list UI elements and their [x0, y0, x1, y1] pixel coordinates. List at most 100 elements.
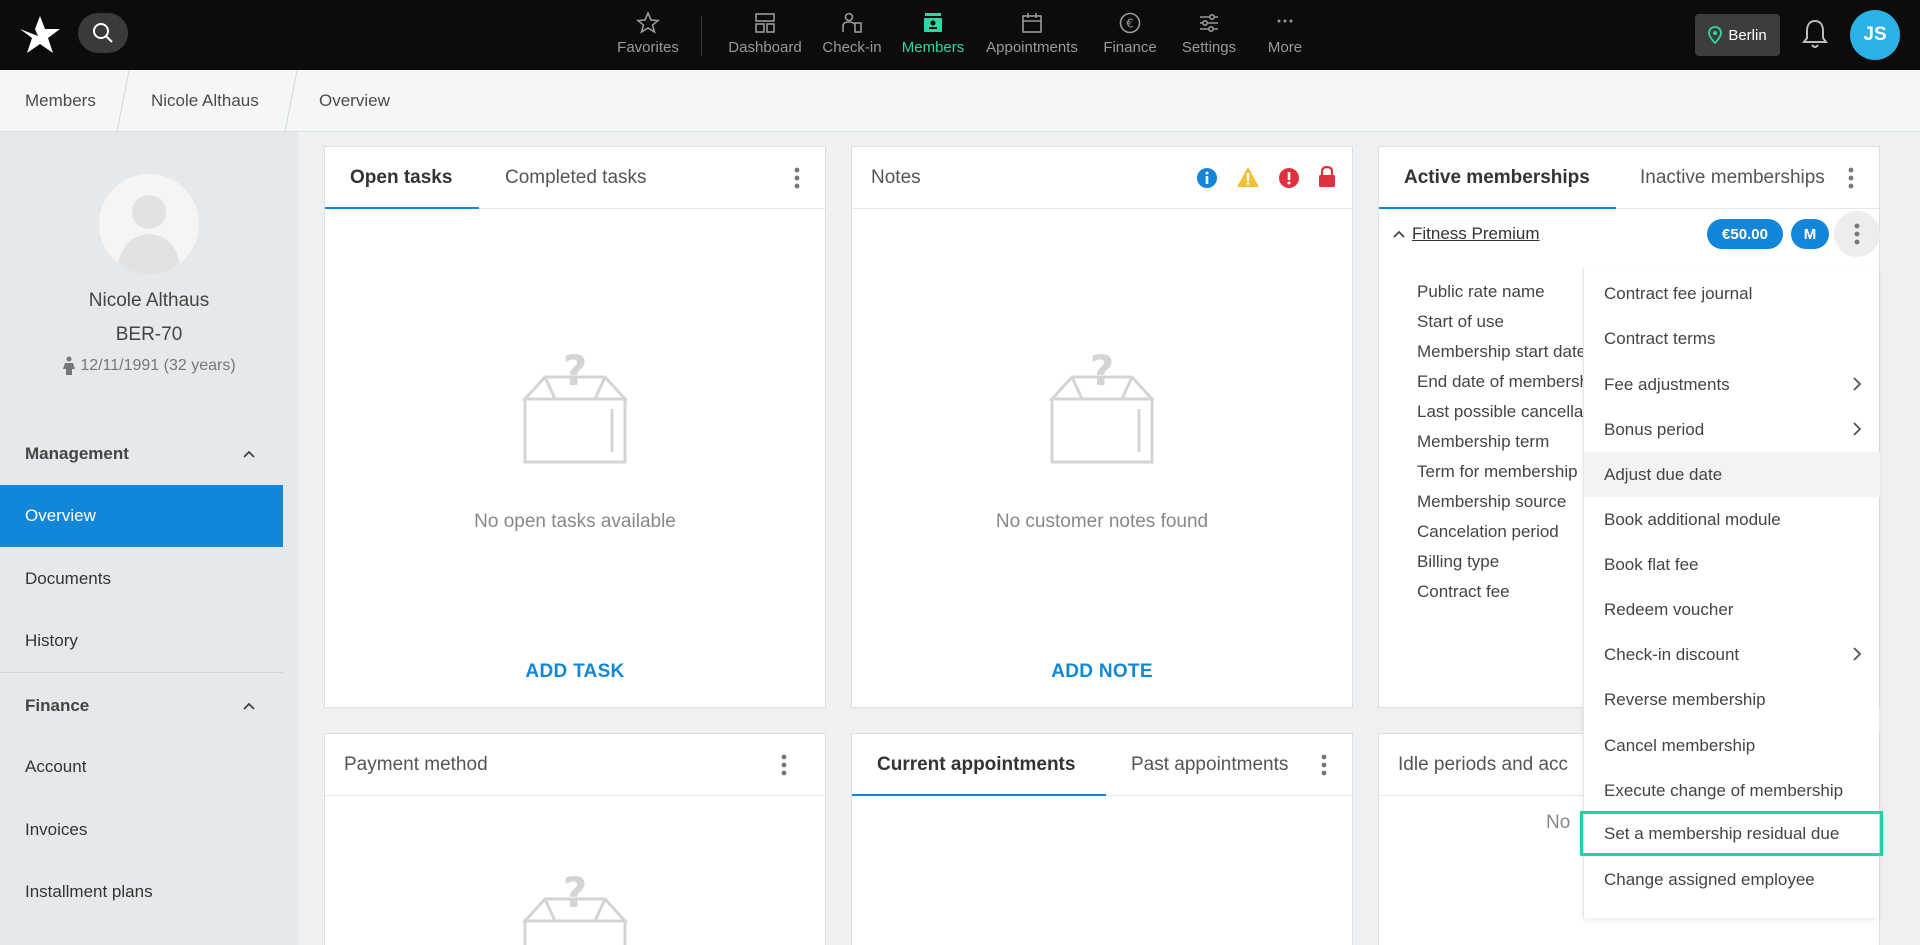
chevron-up-icon[interactable] [241, 446, 257, 462]
menu-item-book-flat-fee[interactable]: Book flat fee [1584, 542, 1880, 587]
sidebar-item-invoices[interactable]: Invoices [0, 799, 283, 861]
menu-item-label: Change assigned employee [1604, 869, 1815, 889]
tab-underline [852, 794, 1106, 796]
detail-label: Membership source [1417, 492, 1567, 511]
menu-item-set-membership-residual-due[interactable]: Set a membership residual due [1580, 811, 1883, 856]
section-management[interactable]: Management [25, 444, 129, 464]
nav-more[interactable]: More [1265, 0, 1305, 70]
logo-icon[interactable] [18, 14, 62, 56]
notes-card: Notes ? No customer notes found ADD NOTE [851, 146, 1353, 708]
breadcrumb-members[interactable]: Members [25, 70, 96, 132]
appointments-card: Current appointments Past appointments [851, 733, 1353, 945]
menu-item-reverse-membership[interactable]: Reverse membership [1584, 677, 1880, 722]
kebab-menu-icon [1854, 223, 1860, 245]
tab-active-memberships[interactable]: Active memberships [1404, 147, 1590, 209]
menu-item-label: Check-in discount [1604, 644, 1740, 664]
empty-box-icon: ? [521, 347, 629, 464]
detail-label: Public rate name [1417, 282, 1545, 301]
tab-current-appointments[interactable]: Current appointments [877, 734, 1075, 796]
empty-tasks-message: No open tasks available [474, 511, 676, 532]
lock-icon[interactable] [1318, 166, 1336, 188]
location-selector[interactable]: Berlin [1695, 14, 1780, 56]
check-in-icon [842, 12, 862, 33]
tab-open-tasks[interactable]: Open tasks [350, 147, 452, 209]
add-task-button[interactable]: ADD TASK [325, 661, 825, 683]
breadcrumb-current: Overview [319, 91, 390, 110]
section-finance[interactable]: Finance [25, 696, 89, 716]
membership-name-link[interactable]: Fitness Premium [1412, 224, 1540, 244]
svg-text:?: ? [563, 347, 587, 395]
menu-item-adjust-due-date[interactable]: Adjust due date [1584, 452, 1880, 497]
nav-finance[interactable]: € Finance [1100, 0, 1160, 70]
star-icon [636, 11, 660, 34]
nav-label: More [1267, 39, 1303, 56]
chevron-right-icon [1853, 647, 1862, 661]
menu-item-book-additional-module[interactable]: Book additional module [1584, 497, 1880, 542]
sidebar-item-account[interactable]: Account [0, 736, 283, 798]
warning-icon[interactable] [1236, 166, 1260, 188]
payment-card-header: Payment method [325, 734, 825, 796]
kebab-menu-icon[interactable] [794, 167, 800, 189]
empty-notes-message: No customer notes found [995, 511, 1209, 532]
chevron-up-icon[interactable] [241, 698, 257, 714]
detail-label: Start of use [1417, 312, 1504, 331]
alert-icon[interactable] [1278, 167, 1300, 189]
menu-item-cancel-membership[interactable]: Cancel membership [1584, 723, 1880, 768]
menu-item-contract-fee-journal[interactable]: Contract fee journal [1584, 271, 1880, 316]
member-id: BER-70 [115, 324, 183, 345]
nav-check-in[interactable]: Check-in [820, 0, 884, 70]
chevron-right-icon [1853, 377, 1862, 391]
nav-appointments[interactable]: Appointments [982, 0, 1082, 70]
svg-text:?: ? [1090, 347, 1114, 395]
sidebar-item-history[interactable]: History [0, 610, 283, 672]
menu-item-bonus-period[interactable]: Bonus period [1584, 407, 1880, 452]
membership-toggle[interactable]: Fitness Premium [1392, 224, 1540, 244]
tab-past-appointments[interactable]: Past appointments [1131, 734, 1288, 796]
menu-item-label: Execute change of membership [1604, 780, 1844, 800]
tab-underline [1379, 207, 1616, 209]
nav-label: Check-in [822, 39, 882, 56]
search-icon [93, 23, 113, 43]
menu-item-execute-change-of-membership[interactable]: Execute change of membership [1584, 768, 1880, 813]
kebab-menu-icon[interactable] [781, 754, 787, 776]
payment-title: Payment method [344, 754, 488, 775]
memberships-card-header: Active memberships Inactive memberships [1379, 147, 1879, 209]
notes-card-header: Notes [852, 147, 1352, 209]
bell-icon[interactable] [1800, 18, 1830, 50]
menu-item-fee-adjustments[interactable]: Fee adjustments [1584, 362, 1880, 407]
top-bar: Favorites Dashboard Check-in Members App… [0, 0, 1920, 70]
profile-avatar[interactable] [99, 174, 199, 274]
kebab-menu-icon[interactable] [1321, 754, 1327, 776]
sliders-icon [1200, 13, 1218, 33]
sidebar-item-documents[interactable]: Documents [0, 548, 283, 610]
user-avatar[interactable]: JS [1850, 10, 1900, 60]
kebab-menu-icon[interactable] [1848, 167, 1854, 189]
search-button[interactable] [78, 13, 128, 53]
location-label: Berlin [1728, 26, 1767, 44]
menu-item-label: Book additional module [1604, 509, 1781, 529]
nav-label: Dashboard [728, 39, 802, 56]
sidebar-item-overview[interactable]: Overview [0, 485, 283, 547]
sidebar-item-installment-plans[interactable]: Installment plans [0, 861, 283, 923]
detail-label: Contract fee [1417, 582, 1510, 601]
tab-completed-tasks[interactable]: Completed tasks [505, 147, 647, 209]
chevron-right-icon [1853, 422, 1862, 436]
empty-box-icon: ? [1048, 347, 1156, 464]
breadcrumb-member-name[interactable]: Nicole Althaus [151, 70, 259, 132]
idle-empty-message: No [1546, 812, 1571, 833]
menu-item-contract-terms[interactable]: Contract terms [1584, 316, 1880, 361]
membership-actions-button[interactable] [1834, 211, 1880, 257]
menu-item-redeem-voucher[interactable]: Redeem voucher [1584, 587, 1880, 632]
nav-dashboard[interactable]: Dashboard [725, 0, 805, 70]
menu-item-change-assigned-employee[interactable]: Change assigned employee [1584, 857, 1880, 902]
tab-inactive-memberships[interactable]: Inactive memberships [1640, 147, 1825, 209]
nav-settings[interactable]: Settings [1176, 0, 1242, 70]
add-note-button[interactable]: ADD NOTE [852, 661, 1352, 683]
nav-members[interactable]: Members [898, 0, 968, 70]
detail-label: Cancelation period [1417, 522, 1559, 541]
euro-icon: € [1119, 12, 1141, 34]
nav-label: Members [901, 39, 965, 56]
info-icon[interactable] [1196, 167, 1218, 189]
menu-item-check-in-discount[interactable]: Check-in discount [1584, 632, 1880, 677]
nav-favorites[interactable]: Favorites [614, 0, 682, 70]
